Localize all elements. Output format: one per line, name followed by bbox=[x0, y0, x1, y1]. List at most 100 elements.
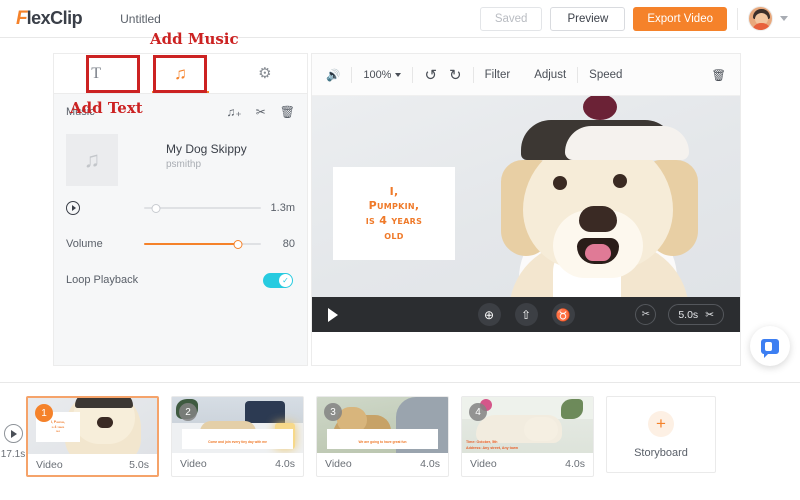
clip-caption-line-2: Address: Any street, Any town bbox=[466, 445, 519, 450]
timeline-clip-1[interactable]: 1 I, Pumpkin, is 4 years old Video 5.0s bbox=[26, 396, 159, 477]
zoom-dropdown[interactable]: 100% bbox=[363, 69, 402, 81]
clip-caption: We are going to have great fun bbox=[327, 429, 438, 449]
logo-f-mark: F bbox=[16, 8, 28, 29]
play-icon[interactable] bbox=[3, 424, 23, 443]
clip-caption: Come and join every tiny day with me bbox=[182, 429, 293, 449]
position-slider-track bbox=[144, 207, 261, 209]
redo-icon[interactable]: ↻ bbox=[449, 66, 462, 84]
gear-icon: ⚙ bbox=[258, 65, 272, 82]
account-menu[interactable] bbox=[748, 6, 788, 31]
play-icon[interactable] bbox=[66, 201, 80, 215]
volume-slider[interactable] bbox=[144, 237, 261, 251]
overlay-line-3: is 4 years bbox=[365, 214, 423, 227]
avatar[interactable] bbox=[748, 6, 773, 31]
text-overlay[interactable]: I, Pumpkin, is 4 years old bbox=[333, 167, 455, 260]
dog-eye-right bbox=[613, 174, 627, 188]
clip-caption: Time: October, 5th Address: Any street, … bbox=[466, 440, 518, 451]
adjust-button[interactable]: Adjust bbox=[534, 69, 566, 81]
speed-button[interactable]: Speed bbox=[589, 69, 622, 81]
filter-button[interactable]: Filter bbox=[485, 69, 511, 81]
dog-nose bbox=[579, 206, 617, 232]
timeline-clip-3[interactable]: 3 We are going to have great fun Video 4… bbox=[316, 396, 449, 477]
trash-icon[interactable]: 🗑 bbox=[711, 68, 726, 82]
dog-tongue bbox=[585, 244, 611, 261]
overlay-line-1: I, bbox=[389, 184, 399, 198]
position-play-button[interactable] bbox=[66, 201, 144, 215]
video-canvas[interactable]: I, Pumpkin, is 4 years old ⊕ ⇧ ♉ ✂ 5.0s … bbox=[312, 96, 740, 332]
clip-thumbnail: 2 Come and join every tiny day with me bbox=[172, 397, 303, 453]
thumb-dog-headband bbox=[75, 398, 133, 408]
add-music-icon[interactable]: ♫₊ bbox=[226, 106, 241, 118]
undo-icon[interactable]: ↺ bbox=[424, 66, 437, 84]
tab-settings[interactable]: ⚙ bbox=[223, 54, 307, 93]
timeline-clip-4[interactable]: 4 Time: October, 5th Address: Any street… bbox=[461, 396, 594, 477]
dog-pompom bbox=[583, 96, 617, 120]
timeline-play-area: 17.1s bbox=[0, 424, 26, 460]
brand-logo[interactable]: F lexClip bbox=[16, 8, 83, 29]
clip-footer: Video 4.0s bbox=[172, 453, 303, 474]
speaker-icon[interactable]: 🔊 bbox=[326, 68, 340, 82]
tab-text[interactable]: T bbox=[54, 54, 138, 93]
volume-slider-thumb[interactable] bbox=[233, 239, 243, 249]
music-note-icon: ♫ bbox=[83, 147, 101, 172]
player-right-actions: ✂ 5.0s ✂ bbox=[635, 304, 724, 325]
dog-headband-top bbox=[565, 126, 689, 160]
clip-footer: Video 4.0s bbox=[317, 453, 448, 474]
thumb-leaf bbox=[561, 399, 583, 419]
plus-icon[interactable]: + bbox=[648, 410, 674, 437]
clip-list: 1 I, Pumpkin, is 4 years old Video 5.0s bbox=[26, 396, 716, 477]
loop-control: Loop Playback ✓ bbox=[54, 266, 307, 294]
music-section-actions: ♫₊ ✂ 🗑 bbox=[226, 106, 295, 118]
chat-widget-button[interactable] bbox=[750, 326, 790, 366]
clip-duration: 4.0s bbox=[420, 457, 440, 470]
toolbar-divider bbox=[351, 66, 353, 83]
delete-icon[interactable]: 🗑 bbox=[280, 106, 295, 118]
volume-control: Volume 80 bbox=[54, 230, 307, 258]
split-icon[interactable]: ✂ bbox=[635, 304, 657, 325]
volume-slider-fill bbox=[144, 243, 238, 245]
volume-label: Volume bbox=[66, 238, 103, 250]
position-slider-thumb[interactable] bbox=[151, 203, 161, 213]
loop-label: Loop Playback bbox=[66, 274, 139, 286]
clip-type-label: Video bbox=[180, 457, 207, 470]
preview-button[interactable]: Preview bbox=[550, 6, 626, 31]
upload-icon[interactable]: ⇧ bbox=[514, 303, 538, 326]
clip-thumbnail: 3 We are going to have great fun bbox=[317, 397, 448, 453]
saved-status-button[interactable]: Saved bbox=[479, 6, 543, 31]
position-control: 1.3m bbox=[54, 194, 307, 222]
clip-duration-chip[interactable]: 5.0s ✂ bbox=[668, 304, 724, 325]
clip-duration-value: 5.0s bbox=[678, 308, 699, 321]
logo-wordmark: lexClip bbox=[26, 8, 83, 28]
top-bar: F lexClip Untitled Saved Preview Export … bbox=[0, 0, 800, 38]
export-video-button[interactable]: Export Video bbox=[633, 6, 727, 31]
timeline: 17.1s 1 I, Pumpkin, is 4 years old Video… bbox=[0, 382, 800, 500]
timeline-clip-2[interactable]: 2 Come and join every tiny day with me V… bbox=[171, 396, 304, 477]
annotation-add-music: Add Music bbox=[150, 30, 239, 48]
globe-icon[interactable]: ⊕ bbox=[477, 303, 501, 326]
music-track[interactable]: ♫ My Dog Skippy psmithp bbox=[54, 126, 307, 186]
annotation-add-text: Add Text bbox=[70, 99, 143, 117]
clip-index-badge: 4 bbox=[469, 403, 487, 421]
position-slider[interactable] bbox=[144, 201, 261, 215]
dog-eye-left bbox=[553, 176, 567, 190]
scissors-icon[interactable]: ✂ bbox=[705, 309, 714, 321]
clip-type-label: Video bbox=[470, 457, 497, 470]
document-title[interactable]: Untitled bbox=[120, 12, 161, 26]
clip-index-badge: 3 bbox=[324, 403, 342, 421]
chevron-down-icon[interactable] bbox=[780, 16, 788, 21]
microphone-icon[interactable]: ♉ bbox=[551, 303, 575, 326]
storyboard-card[interactable]: + Storyboard bbox=[606, 396, 716, 473]
split-icon[interactable]: ✂ bbox=[256, 106, 266, 118]
track-meta: My Dog Skippy psmithp bbox=[166, 134, 247, 170]
loop-toggle[interactable]: ✓ bbox=[263, 272, 293, 288]
text-tab-icon: T bbox=[91, 64, 102, 82]
clip-caption-line-1: We are going to have great fun bbox=[358, 440, 407, 444]
clip-duration: 5.0s bbox=[129, 458, 149, 471]
clip-type-label: Video bbox=[36, 458, 63, 471]
tab-music[interactable]: ♫ bbox=[138, 54, 222, 93]
flexclip-editor: F lexClip Untitled Saved Preview Export … bbox=[0, 0, 800, 500]
dog-headband bbox=[521, 120, 689, 160]
clip-type-label: Video bbox=[325, 457, 352, 470]
chevron-down-icon bbox=[395, 72, 402, 77]
toolbar-divider bbox=[412, 66, 414, 83]
